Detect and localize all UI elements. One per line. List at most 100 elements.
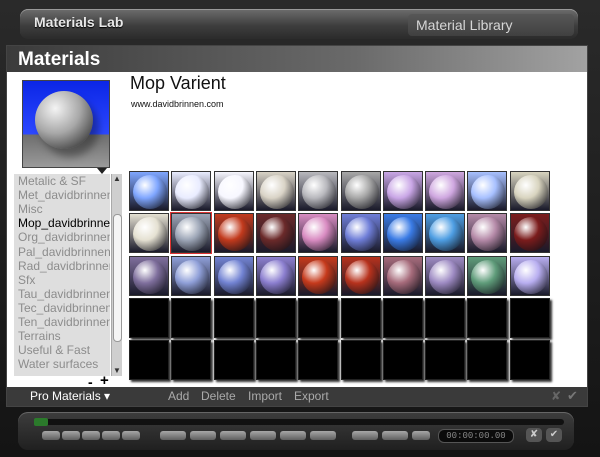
category-item[interactable]: Misc xyxy=(18,202,43,216)
go-start-button[interactable] xyxy=(160,431,186,440)
material-swatch[interactable] xyxy=(467,255,508,296)
empty-swatch-slot[interactable] xyxy=(425,340,466,381)
empty-swatch-slot[interactable] xyxy=(382,340,423,381)
app-title: Materials Lab xyxy=(34,14,124,30)
category-item[interactable]: Tec_davidbrinnen xyxy=(18,301,110,315)
material-swatch[interactable] xyxy=(340,255,381,296)
scroll-up-icon[interactable]: ▲ xyxy=(112,174,122,184)
material-swatch[interactable] xyxy=(298,213,339,254)
timeline-scrubber[interactable] xyxy=(34,418,48,426)
material-swatch[interactable] xyxy=(509,213,550,254)
empty-swatch-slot[interactable] xyxy=(171,340,212,381)
category-item[interactable]: Terrains xyxy=(18,329,61,343)
material-swatch[interactable] xyxy=(425,171,466,211)
material-swatch[interactable] xyxy=(425,213,466,254)
material-swatch[interactable] xyxy=(467,213,508,254)
export-button[interactable]: Export xyxy=(294,389,329,403)
library-dropdown[interactable]: Pro Materials ▾ xyxy=(30,389,110,403)
material-swatch[interactable] xyxy=(382,171,423,211)
material-swatch[interactable] xyxy=(255,171,296,211)
empty-swatch-slot[interactable] xyxy=(382,297,423,338)
empty-swatch-slot[interactable] xyxy=(340,340,381,381)
panel-title: Materials xyxy=(18,49,101,70)
check-icon[interactable]: ✔ xyxy=(567,388,578,404)
material-swatch[interactable] xyxy=(129,213,169,254)
transport-button-2[interactable] xyxy=(62,431,80,440)
category-item[interactable]: Org_davidbrinnen xyxy=(18,230,110,244)
timeline-check-icon[interactable]: ✔ xyxy=(546,428,562,442)
category-item[interactable]: Rad_davidbrinnen xyxy=(18,259,110,273)
swatch-sphere xyxy=(259,175,294,209)
key-nav-button[interactable] xyxy=(382,431,408,440)
material-swatch[interactable] xyxy=(213,171,254,211)
play-button[interactable] xyxy=(250,431,276,440)
material-swatch[interactable] xyxy=(382,255,423,296)
empty-swatch-slot[interactable] xyxy=(467,297,508,338)
delete-button[interactable]: Delete xyxy=(201,389,236,403)
material-swatch[interactable] xyxy=(298,171,339,211)
category-item[interactable]: Metalic & SF xyxy=(18,174,86,188)
transport-button-3[interactable] xyxy=(82,431,100,440)
transport-button-1[interactable] xyxy=(42,431,60,440)
empty-swatch-slot[interactable] xyxy=(255,340,296,381)
category-item[interactable]: Useful & Fast xyxy=(18,343,90,357)
material-swatch[interactable] xyxy=(340,171,381,211)
close-icon[interactable]: ✘ xyxy=(551,389,561,403)
scroll-thumb[interactable] xyxy=(113,214,122,342)
category-item[interactable]: Pal_davidbrinnen xyxy=(18,245,110,259)
material-swatch[interactable] xyxy=(213,213,254,254)
material-swatch[interactable] xyxy=(255,213,296,254)
remove-key-button[interactable] xyxy=(412,431,430,440)
empty-swatch-slot[interactable] xyxy=(129,340,169,381)
stop-button[interactable] xyxy=(220,431,246,440)
category-item[interactable]: Water surfaces xyxy=(18,357,98,371)
scroll-down-icon[interactable]: ▼ xyxy=(112,366,122,376)
empty-swatch-slot[interactable] xyxy=(509,340,550,381)
empty-swatch-slot[interactable] xyxy=(129,297,169,338)
material-swatch[interactable] xyxy=(213,255,254,296)
category-item[interactable]: Sfx xyxy=(18,273,35,287)
transport-button-4[interactable] xyxy=(102,431,120,440)
material-swatch[interactable] xyxy=(129,255,169,296)
empty-swatch-slot[interactable] xyxy=(425,297,466,338)
empty-swatch-slot[interactable] xyxy=(298,340,339,381)
go-end-button[interactable] xyxy=(310,431,336,440)
material-swatch[interactable] xyxy=(170,212,213,255)
category-item[interactable]: Tau_davidbrinnen xyxy=(18,287,110,301)
material-swatch[interactable] xyxy=(171,255,212,296)
material-swatch[interactable] xyxy=(340,213,381,254)
timeline-track[interactable] xyxy=(34,419,564,425)
category-scrollbar[interactable]: ▲ ▼ xyxy=(111,174,122,376)
add-key-button[interactable] xyxy=(352,431,378,440)
material-swatch[interactable] xyxy=(255,255,296,296)
empty-swatch-slot[interactable] xyxy=(171,297,212,338)
material-swatch[interactable] xyxy=(509,171,550,211)
empty-swatch-slot[interactable] xyxy=(255,297,296,338)
empty-swatch-slot[interactable] xyxy=(509,297,550,338)
empty-swatch-slot[interactable] xyxy=(298,297,339,338)
category-item[interactable]: Met_davidbrinnen xyxy=(18,188,110,202)
empty-swatch-slot[interactable] xyxy=(213,340,254,381)
empty-swatch-slot[interactable] xyxy=(467,340,508,381)
material-swatch[interactable] xyxy=(509,255,550,296)
material-swatch[interactable] xyxy=(467,171,508,211)
timeline-close-icon[interactable]: ✘ xyxy=(526,428,542,442)
import-button[interactable]: Import xyxy=(248,389,282,403)
step-forward-button[interactable] xyxy=(280,431,306,440)
material-swatch[interactable] xyxy=(298,255,339,296)
transport-button-5[interactable] xyxy=(122,431,140,440)
category-item[interactable]: Mop_davidbrinnen xyxy=(18,216,110,230)
empty-swatch-slot[interactable] xyxy=(340,297,381,338)
material-swatch[interactable] xyxy=(171,171,212,211)
material-swatch[interactable] xyxy=(382,213,423,254)
swatch-sphere xyxy=(217,259,252,294)
swatch-sphere xyxy=(429,259,464,294)
add-button[interactable]: Add xyxy=(168,389,189,403)
step-back-button[interactable] xyxy=(190,431,216,440)
material-swatch[interactable] xyxy=(425,255,466,296)
category-list[interactable]: Metalic & SF Met_davidbrinnen Misc Mop_davi… xyxy=(14,174,110,376)
material-swatch[interactable] xyxy=(129,171,169,211)
material-library-tab[interactable]: Material Library xyxy=(408,14,574,36)
empty-swatch-slot[interactable] xyxy=(213,297,254,338)
category-item[interactable]: Ten_davidbrinnen xyxy=(18,315,110,329)
